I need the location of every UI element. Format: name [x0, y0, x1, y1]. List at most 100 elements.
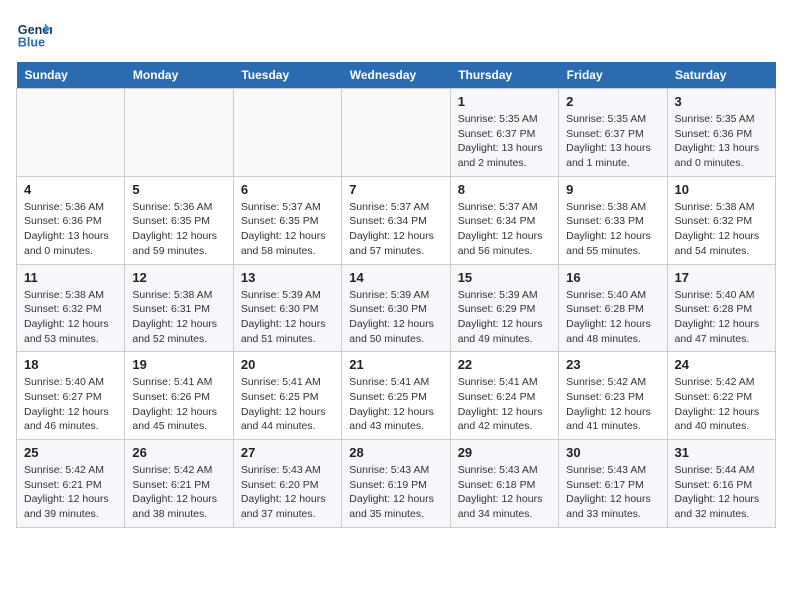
calendar-cell: 23 Sunrise: 5:42 AM Sunset: 6:23 PM Dayli…	[559, 352, 667, 440]
day-of-week-header: Tuesday	[233, 62, 341, 89]
calendar-cell: 15 Sunrise: 5:39 AM Sunset: 6:29 PM Dayli…	[450, 264, 558, 352]
day-info: Sunrise: 5:36 AM Sunset: 6:36 PM Dayligh…	[24, 200, 117, 259]
day-info: Sunrise: 5:41 AM Sunset: 6:25 PM Dayligh…	[241, 375, 334, 434]
day-of-week-header: Saturday	[667, 62, 775, 89]
calendar-cell	[233, 89, 341, 177]
day-number: 2	[566, 94, 659, 109]
calendar-cell: 18Sunrise: 5:40 AM Sunset: 6:27 PM Dayli…	[17, 352, 125, 440]
day-info: Sunrise: 5:41 AM Sunset: 6:25 PM Dayligh…	[349, 375, 442, 434]
calendar-cell: 4 Sunrise: 5:36 AM Sunset: 6:36 PM Daylig…	[17, 176, 125, 264]
calendar-cell: 31Sunrise: 5:44 AM Sunset: 6:16 PM Dayli…	[667, 440, 775, 528]
calendar-cell: 13Sunrise: 5:39 AM Sunset: 6:30 PM Dayli…	[233, 264, 341, 352]
day-number: 13	[241, 270, 334, 285]
day-info: Sunrise: 5:39 AM Sunset: 6:30 PM Dayligh…	[349, 288, 442, 347]
calendar-cell: 9Sunrise: 5:38 AM Sunset: 6:33 PM Daylig…	[559, 176, 667, 264]
day-info: Sunrise: 5:40 AM Sunset: 6:28 PM Dayligh…	[675, 288, 768, 347]
day-number: 5	[132, 182, 225, 197]
calendar-cell: 21 Sunrise: 5:41 AM Sunset: 6:25 PM Dayli…	[342, 352, 450, 440]
day-info: Sunrise: 5:43 AM Sunset: 6:20 PM Dayligh…	[241, 463, 334, 522]
day-number: 21	[349, 357, 442, 372]
day-number: 30	[566, 445, 659, 460]
day-number: 17	[675, 270, 768, 285]
day-number: 4	[24, 182, 117, 197]
calendar-cell: 19Sunrise: 5:41 AM Sunset: 6:26 PM Dayli…	[125, 352, 233, 440]
day-of-week-header: Monday	[125, 62, 233, 89]
day-info: Sunrise: 5:35 AM Sunset: 6:36 PM Dayligh…	[675, 112, 768, 171]
page-header: General Blue	[16, 16, 776, 52]
calendar-cell: 25 Sunrise: 5:42 AM Sunset: 6:21 PM Dayli…	[17, 440, 125, 528]
day-number: 24	[675, 357, 768, 372]
calendar-cell: 22 Sunrise: 5:41 AM Sunset: 6:24 PM Dayli…	[450, 352, 558, 440]
day-info: Sunrise: 5:35 AM Sunset: 6:37 PM Dayligh…	[458, 112, 551, 171]
day-number: 25	[24, 445, 117, 460]
day-number: 14	[349, 270, 442, 285]
day-number: 16	[566, 270, 659, 285]
day-number: 9	[566, 182, 659, 197]
day-number: 27	[241, 445, 334, 460]
calendar-cell: 11 Sunrise: 5:38 AM Sunset: 6:32 PM Dayli…	[17, 264, 125, 352]
calendar-cell: 6Sunrise: 5:37 AM Sunset: 6:35 PM Daylig…	[233, 176, 341, 264]
day-number: 29	[458, 445, 551, 460]
calendar-cell: 17 Sunrise: 5:40 AM Sunset: 6:28 PM Dayli…	[667, 264, 775, 352]
svg-text:Blue: Blue	[18, 36, 45, 50]
day-of-week-header: Thursday	[450, 62, 558, 89]
calendar-cell: 28 Sunrise: 5:43 AM Sunset: 6:19 PM Dayli…	[342, 440, 450, 528]
day-info: Sunrise: 5:43 AM Sunset: 6:19 PM Dayligh…	[349, 463, 442, 522]
day-info: Sunrise: 5:38 AM Sunset: 6:32 PM Dayligh…	[24, 288, 117, 347]
day-number: 1	[458, 94, 551, 109]
day-number: 12	[132, 270, 225, 285]
calendar-cell: 24 Sunrise: 5:42 AM Sunset: 6:22 PM Dayli…	[667, 352, 775, 440]
day-info: Sunrise: 5:38 AM Sunset: 6:31 PM Dayligh…	[132, 288, 225, 347]
day-info: Sunrise: 5:35 AM Sunset: 6:37 PM Dayligh…	[566, 112, 659, 171]
calendar-cell: 5Sunrise: 5:36 AM Sunset: 6:35 PM Daylig…	[125, 176, 233, 264]
day-number: 11	[24, 270, 117, 285]
day-info: Sunrise: 5:42 AM Sunset: 6:22 PM Dayligh…	[675, 375, 768, 434]
calendar-cell: 27 Sunrise: 5:43 AM Sunset: 6:20 PM Dayli…	[233, 440, 341, 528]
calendar-cell: 20 Sunrise: 5:41 AM Sunset: 6:25 PM Dayli…	[233, 352, 341, 440]
calendar-week-row: 4 Sunrise: 5:36 AM Sunset: 6:36 PM Daylig…	[17, 176, 776, 264]
day-info: Sunrise: 5:42 AM Sunset: 6:21 PM Dayligh…	[24, 463, 117, 522]
calendar-cell: 14 Sunrise: 5:39 AM Sunset: 6:30 PM Dayli…	[342, 264, 450, 352]
logo-icon: General Blue	[16, 16, 52, 52]
calendar-cell: 12 Sunrise: 5:38 AM Sunset: 6:31 PM Dayli…	[125, 264, 233, 352]
day-info: Sunrise: 5:43 AM Sunset: 6:17 PM Dayligh…	[566, 463, 659, 522]
calendar-cell: 16 Sunrise: 5:40 AM Sunset: 6:28 PM Dayli…	[559, 264, 667, 352]
day-of-week-header: Wednesday	[342, 62, 450, 89]
day-number: 7	[349, 182, 442, 197]
day-info: Sunrise: 5:37 AM Sunset: 6:34 PM Dayligh…	[458, 200, 551, 259]
calendar-cell: 2 Sunrise: 5:35 AM Sunset: 6:37 PM Daylig…	[559, 89, 667, 177]
day-info: Sunrise: 5:40 AM Sunset: 6:28 PM Dayligh…	[566, 288, 659, 347]
calendar-cell: 8 Sunrise: 5:37 AM Sunset: 6:34 PM Daylig…	[450, 176, 558, 264]
calendar-cell	[125, 89, 233, 177]
day-number: 3	[675, 94, 768, 109]
day-info: Sunrise: 5:41 AM Sunset: 6:24 PM Dayligh…	[458, 375, 551, 434]
day-of-week-header: Sunday	[17, 62, 125, 89]
calendar-cell: 7 Sunrise: 5:37 AM Sunset: 6:34 PM Daylig…	[342, 176, 450, 264]
calendar-week-row: 1 Sunrise: 5:35 AM Sunset: 6:37 PM Daylig…	[17, 89, 776, 177]
day-number: 10	[675, 182, 768, 197]
calendar-cell: 1 Sunrise: 5:35 AM Sunset: 6:37 PM Daylig…	[450, 89, 558, 177]
day-info: Sunrise: 5:43 AM Sunset: 6:18 PM Dayligh…	[458, 463, 551, 522]
day-info: Sunrise: 5:40 AM Sunset: 6:27 PM Dayligh…	[24, 375, 117, 434]
calendar-table: SundayMondayTuesdayWednesdayThursdayFrid…	[16, 62, 776, 528]
day-info: Sunrise: 5:39 AM Sunset: 6:29 PM Dayligh…	[458, 288, 551, 347]
day-number: 31	[675, 445, 768, 460]
calendar-cell: 3 Sunrise: 5:35 AM Sunset: 6:36 PM Daylig…	[667, 89, 775, 177]
day-number: 15	[458, 270, 551, 285]
calendar-cell	[342, 89, 450, 177]
calendar-header-row: SundayMondayTuesdayWednesdayThursdayFrid…	[17, 62, 776, 89]
calendar-week-row: 11 Sunrise: 5:38 AM Sunset: 6:32 PM Dayli…	[17, 264, 776, 352]
day-info: Sunrise: 5:38 AM Sunset: 6:32 PM Dayligh…	[675, 200, 768, 259]
calendar-cell: 30 Sunrise: 5:43 AM Sunset: 6:17 PM Dayli…	[559, 440, 667, 528]
calendar-cell: 29 Sunrise: 5:43 AM Sunset: 6:18 PM Dayli…	[450, 440, 558, 528]
day-number: 28	[349, 445, 442, 460]
day-info: Sunrise: 5:41 AM Sunset: 6:26 PM Dayligh…	[132, 375, 225, 434]
day-number: 22	[458, 357, 551, 372]
day-number: 20	[241, 357, 334, 372]
day-info: Sunrise: 5:37 AM Sunset: 6:35 PM Dayligh…	[241, 200, 334, 259]
day-number: 8	[458, 182, 551, 197]
day-info: Sunrise: 5:42 AM Sunset: 6:23 PM Dayligh…	[566, 375, 659, 434]
day-info: Sunrise: 5:37 AM Sunset: 6:34 PM Dayligh…	[349, 200, 442, 259]
day-of-week-header: Friday	[559, 62, 667, 89]
day-number: 23	[566, 357, 659, 372]
